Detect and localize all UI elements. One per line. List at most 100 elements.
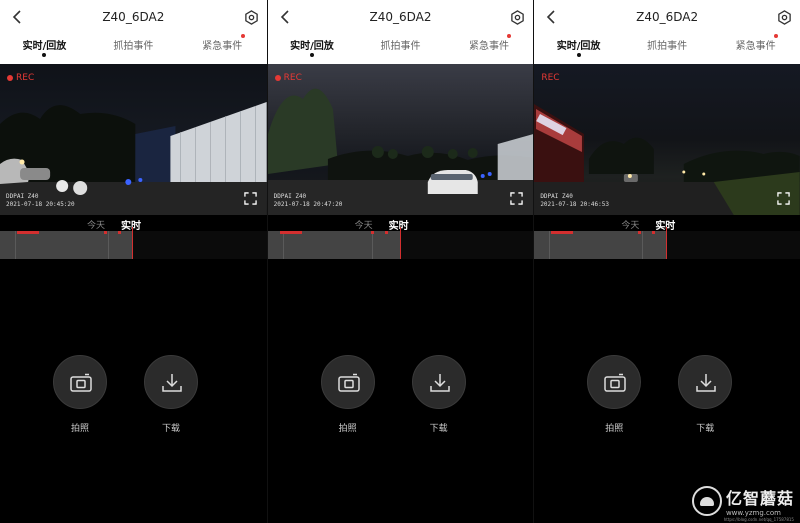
video-timestamp: DDPAI Z40 2021-07-18 20:46:53 (540, 193, 609, 209)
active-tab-indicator (42, 53, 47, 57)
timeline-tick (371, 231, 373, 259)
event-marker (638, 231, 642, 234)
screens-row: Z40_6DA2 实时/回放 抓拍事件 紧急事件 REC DDPAI Z40 2… (0, 0, 800, 523)
settings-icon[interactable] (510, 10, 525, 25)
event-marker (104, 231, 107, 234)
live-video-view[interactable]: REC DDPAI Z40 2021-07-18 20:47:20 (267, 64, 534, 215)
download-action: 下载 (678, 355, 733, 434)
tab-emergency-events[interactable]: 紧急事件 (178, 34, 267, 59)
stamp-time: 20:45:20 (45, 201, 75, 208)
event-marker (551, 231, 574, 234)
stamp-date: 2021-07-18 (6, 201, 43, 208)
event-marker (17, 231, 39, 234)
tab-bar: 实时/回放 抓拍事件 紧急事件 (0, 34, 267, 59)
playhead[interactable] (399, 227, 401, 259)
brand-watermark: DDPAI Z40 (6, 193, 39, 200)
download-button[interactable] (678, 355, 733, 409)
photo-label: 拍照 (338, 424, 357, 434)
watermark-url: www.yzmg.com (725, 509, 781, 517)
download-button[interactable] (144, 355, 198, 409)
video-timestamp: DDPAI Z40 2021-07-18 20:45:20 (6, 193, 75, 209)
camera-icon (70, 373, 92, 392)
photo-button[interactable] (587, 355, 642, 409)
app-header: Z40_6DA2 实时/回放 抓拍事件 紧急事件 (267, 0, 534, 64)
active-tab-indicator (576, 53, 581, 57)
today-label: 今天 (354, 221, 373, 231)
camera-icon (604, 373, 627, 392)
live-label[interactable]: 实时 (655, 217, 675, 232)
live-video-view[interactable]: REC DDPAI Z40 2021-07-18 20:46:53 (534, 64, 800, 215)
rec-dot (7, 75, 13, 81)
timeline-tick (108, 231, 109, 259)
tab-emergency-events[interactable]: 紧急事件 (445, 34, 534, 59)
video-timestamp: DDPAI Z40 2021-07-18 20:47:20 (274, 193, 343, 209)
phone-screen-2: Z40_6DA2 实时/回放 抓拍事件 紧急事件 REC DDPAI Z40 2… (266, 0, 534, 523)
notification-dot (773, 34, 778, 38)
device-title: Z40_6DA2 (636, 10, 699, 24)
live-video-view[interactable]: REC DDPAI Z40 2021-07-18 20:45:20 (0, 64, 267, 215)
stamp-time: 20:46:53 (580, 201, 609, 208)
stamp-date: 2021-07-18 (273, 201, 310, 208)
download-label: 下载 (696, 424, 715, 434)
event-marker (384, 231, 388, 234)
event-marker (279, 231, 302, 234)
stamp-time: 20:47:20 (313, 201, 343, 208)
tab-live-playback[interactable]: 实时/回放 (534, 37, 623, 59)
tab-snapshot-events[interactable]: 抓拍事件 (356, 37, 445, 59)
download-button[interactable] (411, 355, 466, 409)
photo-label: 拍照 (605, 424, 624, 434)
tab-snapshot-events[interactable]: 抓拍事件 (623, 37, 712, 59)
app-header: Z40_6DA2 实时/回放 抓拍事件 紧急事件 (0, 0, 267, 64)
device-title: Z40_6DA2 (369, 10, 432, 24)
playhead[interactable] (132, 227, 133, 259)
tab-snapshot-events[interactable]: 抓拍事件 (89, 37, 178, 59)
event-marker (652, 231, 656, 234)
settings-icon[interactable] (244, 10, 259, 25)
download-action: 下载 (144, 355, 198, 434)
photo-label: 拍照 (70, 424, 89, 434)
tab-live-playback[interactable]: 实时/回放 (0, 37, 89, 59)
playback-timeline[interactable] (534, 227, 800, 259)
photo-action: 拍照 (587, 355, 642, 434)
live-label[interactable]: 实时 (121, 217, 141, 232)
photo-button[interactable] (320, 355, 375, 409)
device-title: Z40_6DA2 (102, 10, 165, 24)
rec-indicator: REC (7, 73, 34, 83)
tab-emergency-events[interactable]: 紧急事件 (711, 34, 800, 59)
timeline-tick (15, 231, 16, 259)
download-label: 下载 (429, 424, 448, 434)
action-buttons: 拍照 下载 (534, 355, 800, 435)
download-icon (162, 374, 182, 392)
recorded-segment (0, 231, 133, 259)
photo-button[interactable] (53, 355, 107, 409)
live-label[interactable]: 实时 (389, 217, 409, 232)
camera-icon (337, 373, 360, 392)
tab-bar: 实时/回放 抓拍事件 紧急事件 (534, 34, 800, 59)
brand-watermark: DDPAI Z40 (273, 193, 307, 200)
playhead[interactable] (666, 227, 668, 259)
tab-bar: 实时/回放 抓拍事件 紧急事件 (268, 34, 534, 59)
download-action: 下载 (411, 355, 466, 434)
settings-icon[interactable] (777, 10, 792, 25)
site-watermark: 亿智蘑菇 www.yzmg.com (691, 485, 794, 517)
event-marker (118, 231, 121, 234)
recorded-segment (534, 231, 668, 259)
watermark-name: 亿智蘑菇 (725, 489, 794, 508)
timeline-tick (642, 231, 644, 259)
rec-dot (274, 75, 281, 81)
fullscreen-icon[interactable] (510, 192, 524, 205)
fullscreen-icon[interactable] (243, 192, 257, 205)
notification-dot (507, 34, 512, 38)
playback-timeline[interactable] (0, 227, 267, 259)
tab-live-playback[interactable]: 实时/回放 (268, 37, 357, 59)
fullscreen-icon[interactable] (777, 192, 790, 205)
action-buttons: 拍照 下载 (0, 355, 267, 435)
app-header: Z40_6DA2 实时/回放 抓拍事件 紧急事件 (534, 0, 800, 64)
playback-timeline[interactable] (267, 227, 534, 259)
rec-indicator: REC (274, 73, 302, 83)
phone-screen-1: Z40_6DA2 实时/回放 抓拍事件 紧急事件 REC DDPAI Z40 2… (0, 0, 267, 523)
photo-action: 拍照 (320, 355, 375, 434)
download-icon (696, 374, 717, 392)
mushroom-logo-icon (691, 486, 722, 516)
timeline-tick (282, 231, 284, 259)
